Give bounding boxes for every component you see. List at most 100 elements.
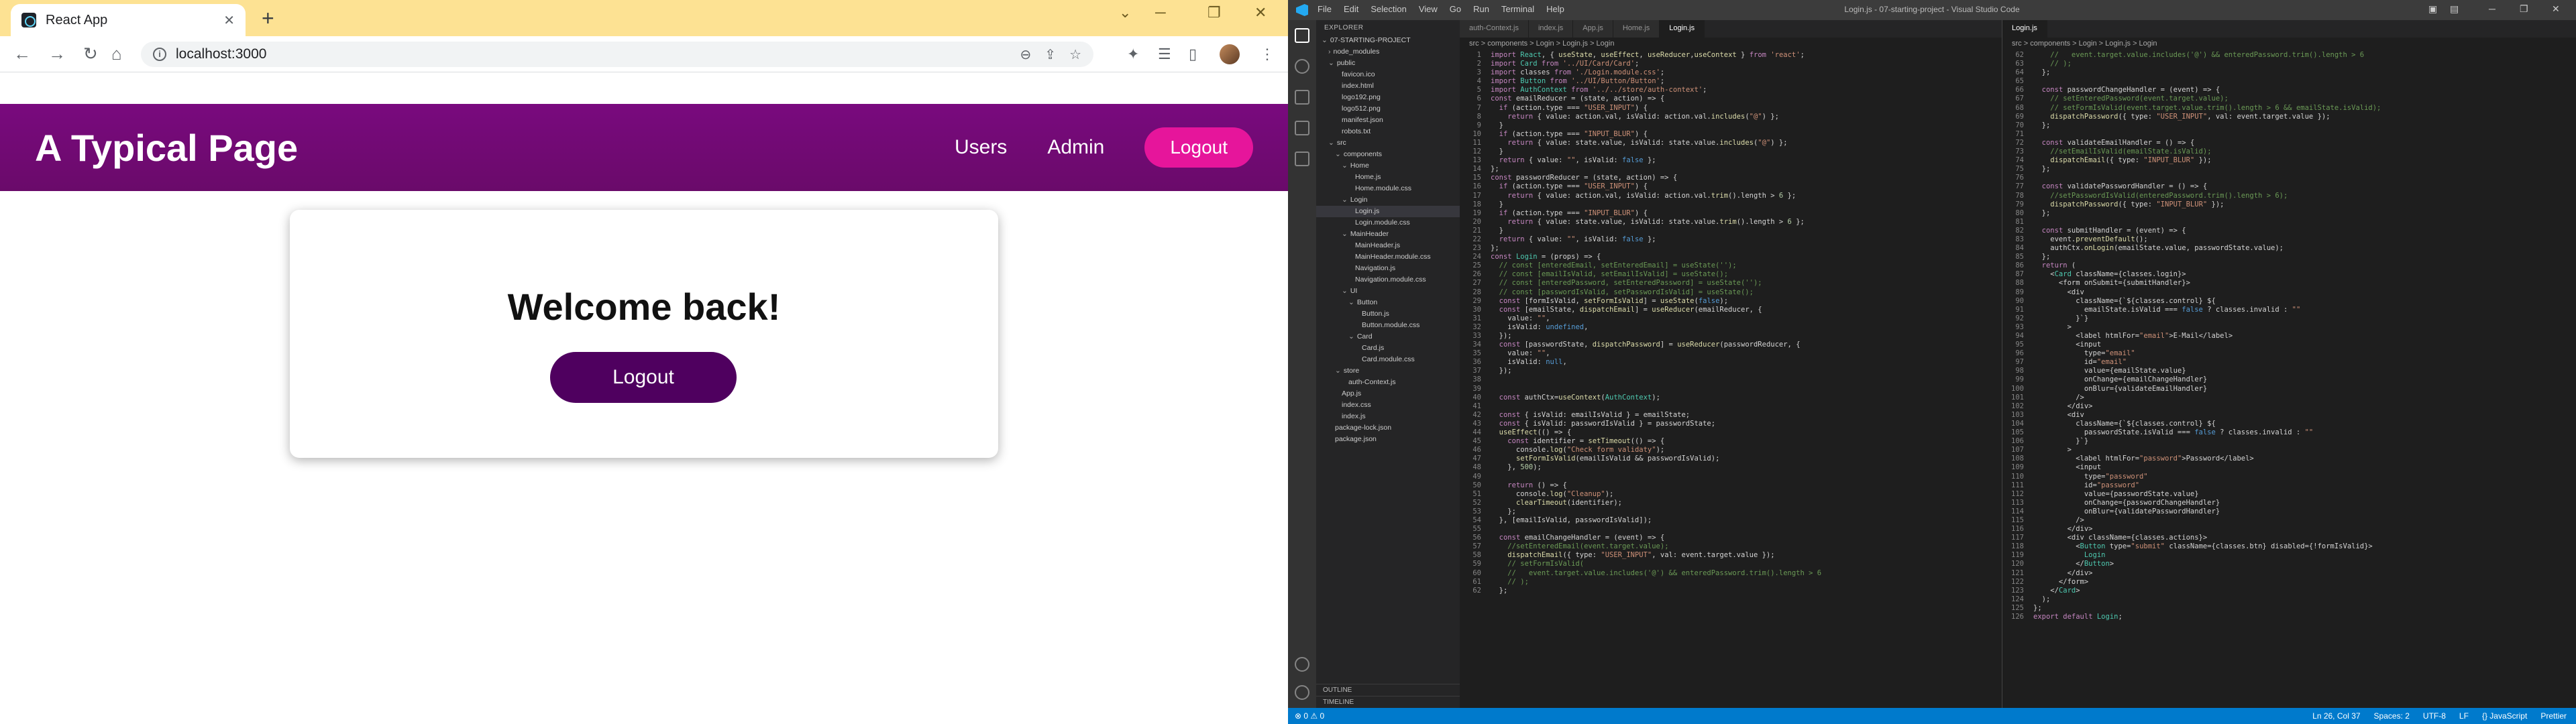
code-line[interactable]: 20 return { value: state.value, isValid:… — [1460, 218, 2002, 227]
problems-indicator[interactable]: ⊗ 0 ⚠ 0 — [1295, 711, 1324, 721]
code-line[interactable]: 52 clearTimeout(identifier); — [1460, 499, 2002, 507]
code-line[interactable]: 101 /> — [2002, 394, 2576, 402]
code-line[interactable]: 114 onBlur={validatePasswordHandler} — [2002, 507, 2576, 516]
code-line[interactable]: 124 ); — [2002, 595, 2576, 604]
status-eol[interactable]: LF — [2459, 708, 2469, 724]
code-line[interactable]: 118 <Button type="submit" className={cla… — [2002, 542, 2576, 551]
code-line[interactable]: 97 id="email" — [2002, 358, 2576, 367]
code-line[interactable]: 57 //setEnteredEmail(event.target.value)… — [1460, 542, 2002, 551]
menu-file[interactable]: File — [1318, 4, 1332, 14]
code-line[interactable]: 45 const identifier = setTimeout(() => { — [1460, 437, 2002, 446]
maximize-icon[interactable]: ❐ — [1208, 4, 1221, 21]
side-panel-icon[interactable]: ▯ — [1189, 46, 1197, 63]
tree-item[interactable]: Login.module.css — [1316, 217, 1460, 229]
tree-item[interactable]: Button.js — [1316, 308, 1460, 320]
menu-selection[interactable]: Selection — [1371, 4, 1406, 14]
code-line[interactable]: 18 } — [1460, 200, 2002, 209]
tree-item[interactable]: components — [1316, 149, 1460, 160]
menu-help[interactable]: Help — [1546, 4, 1564, 14]
code-line[interactable]: 109 <input — [2002, 463, 2576, 472]
menu-edit[interactable]: Edit — [1344, 4, 1358, 14]
tree-item[interactable]: MainHeader.module.css — [1316, 251, 1460, 263]
code-line[interactable]: 33 }); — [1460, 332, 2002, 341]
forward-icon[interactable]: → — [48, 44, 66, 63]
close-window-icon[interactable]: ✕ — [1254, 4, 1267, 21]
code-line[interactable]: 56 const emailChangeHandler = (event) =>… — [1460, 534, 2002, 542]
code-line[interactable]: 60 // event.target.value.includes('@') &… — [1460, 569, 2002, 578]
code-line[interactable]: 29 const [formIsValid, setFormIsValid] =… — [1460, 297, 2002, 306]
code-line[interactable]: 23}; — [1460, 244, 2002, 253]
layout-panel-icon[interactable]: ▤ — [2450, 3, 2459, 15]
menu-go[interactable]: Go — [1450, 4, 1461, 14]
code-line[interactable]: 8 return { value: action.val, isValid: a… — [1460, 113, 2002, 121]
tree-item[interactable]: logo192.png — [1316, 92, 1460, 103]
code-line[interactable]: 83 event.preventDefault(); — [2002, 235, 2576, 244]
menu-run[interactable]: Run — [1473, 4, 1489, 14]
code-line[interactable]: 4 import Button from '../UI/Button/Button… — [1460, 77, 2002, 86]
status-language[interactable]: {} JavaScript — [2482, 708, 2527, 724]
tab-login[interactable]: Login.js — [1660, 20, 1705, 38]
code-line[interactable]: 126 export default Login; — [2002, 613, 2576, 621]
code-line[interactable]: 54 }, [emailIsValid, passwordIsValid]); — [1460, 516, 2002, 525]
code-line[interactable]: 35 value: "", — [1460, 349, 2002, 358]
code-line[interactable]: 36 isValid: null, — [1460, 358, 2002, 367]
tree-item[interactable]: public — [1316, 58, 1460, 69]
tree-item[interactable]: Card.js — [1316, 343, 1460, 354]
tree-item[interactable]: logo512.png — [1316, 103, 1460, 115]
share-icon[interactable]: ⇪ — [1044, 46, 1056, 63]
code-line[interactable]: 91 emailState.isValid === false ? classe… — [2002, 306, 2576, 314]
extensions-icon[interactable] — [1295, 152, 1309, 166]
code-line[interactable]: 113 onChange={passwordChangeHandler} — [2002, 499, 2576, 507]
reload-icon[interactable]: ↻ — [83, 44, 98, 63]
tree-item[interactable]: package-lock.json — [1316, 422, 1460, 434]
tree-item[interactable]: Button.module.css — [1316, 320, 1460, 331]
code-line[interactable]: 31 value: "", — [1460, 314, 2002, 323]
code-line[interactable]: 93 > — [2002, 323, 2576, 332]
code-line[interactable]: 14}; — [1460, 165, 2002, 174]
code-line[interactable]: 78 //setPasswordIsValid(enteredPassword.… — [2002, 192, 2576, 200]
code-line[interactable]: 72 const validateEmailHandler = () => { — [2002, 139, 2576, 147]
code-line[interactable]: 73 //setEmailIsValid(emailState.isValid)… — [2002, 147, 2576, 156]
code-line[interactable]: 44 useEffect(() => { — [1460, 428, 2002, 437]
tree-item[interactable]: Home.module.css — [1316, 183, 1460, 194]
tree-item[interactable]: Login — [1316, 194, 1460, 206]
code-line[interactable]: 77 const validatePasswordHandler = () =>… — [2002, 182, 2576, 191]
code-line[interactable]: 30 const [emailState, dispatchEmail] = u… — [1460, 306, 2002, 314]
tree-item[interactable]: package.json — [1316, 434, 1460, 445]
code-line[interactable]: 6 const emailReducer = (state, action) =>… — [1460, 95, 2002, 103]
vscode-close-icon[interactable]: ✕ — [2552, 3, 2560, 15]
nav-admin[interactable]: Admin — [1047, 136, 1104, 159]
tree-item[interactable]: auth-Context.js — [1316, 377, 1460, 388]
tree-item[interactable]: Card — [1316, 331, 1460, 343]
code-line[interactable]: 69 dispatchPassword({ type: "USER_INPUT"… — [2002, 113, 2576, 121]
tree-item[interactable]: App.js — [1316, 388, 1460, 400]
code-line[interactable]: 87 <Card className={classes.login}> — [2002, 270, 2576, 279]
tab-auth-context[interactable]: auth-Context.js — [1460, 20, 1529, 38]
code-line[interactable]: 46 console.log("Check form validaty"); — [1460, 446, 2002, 455]
code-line[interactable]: 96 type="email" — [2002, 349, 2576, 358]
code-line[interactable]: 59 // setFormIsValid( — [1460, 560, 2002, 568]
code-line[interactable]: 92 }`} — [2002, 314, 2576, 323]
tree-item[interactable]: Home.js — [1316, 172, 1460, 183]
account-icon[interactable] — [1295, 657, 1309, 672]
code-line[interactable]: 32 isValid: undefined, — [1460, 323, 2002, 332]
tree-item[interactable]: MainHeader.js — [1316, 240, 1460, 251]
layout-icon[interactable]: ▣ — [2428, 3, 2437, 15]
tab-index[interactable]: index.js — [1528, 20, 1574, 38]
code-line[interactable]: 39 — [1460, 385, 2002, 394]
code-line[interactable]: 55 — [1460, 525, 2002, 534]
code-line[interactable]: 41 — [1460, 402, 2002, 411]
tree-item[interactable]: node_modules — [1316, 46, 1460, 58]
tree-item[interactable]: UI — [1316, 286, 1460, 297]
code-line[interactable]: 70 }; — [2002, 121, 2576, 130]
code-line[interactable]: 37 }); — [1460, 367, 2002, 375]
left-breadcrumb[interactable]: src > components > Login > Login.js > Lo… — [1460, 38, 1623, 51]
code-line[interactable]: 79 dispatchPassword({ type: "INPUT_BLUR"… — [2002, 200, 2576, 209]
code-line[interactable]: 67 // setEnteredPassword(event.target.va… — [2002, 95, 2576, 103]
code-line[interactable]: 71 — [2002, 130, 2576, 139]
code-line[interactable]: 38 — [1460, 375, 2002, 384]
code-line[interactable]: 102 </div> — [2002, 402, 2576, 411]
status-formatter[interactable]: Prettier — [2540, 708, 2567, 724]
code-line[interactable]: 117 <div className={classes.actions}> — [2002, 534, 2576, 542]
code-line[interactable]: 80 }; — [2002, 209, 2576, 218]
